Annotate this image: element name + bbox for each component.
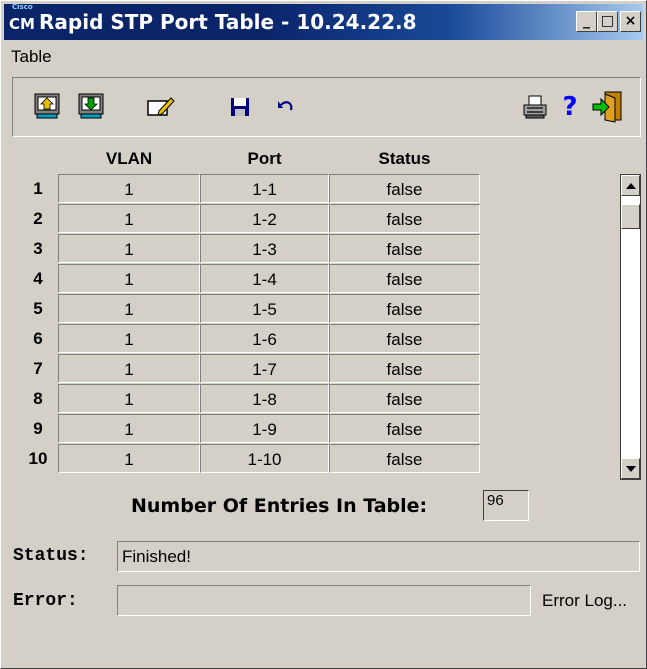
close-button[interactable]: ×: [620, 11, 641, 32]
status-field: Finished!: [117, 541, 640, 572]
row-number: 9: [33, 419, 43, 438]
toolbar: ?: [12, 77, 641, 137]
row-number: 7: [33, 359, 43, 378]
row-number: 6: [33, 329, 43, 348]
print-icon: [523, 95, 547, 119]
title-bar[interactable]: Cisco CM Rapid STP Port Table - 10.24.22…: [4, 3, 643, 40]
row-number: 10: [28, 449, 48, 468]
edit-button[interactable]: [141, 88, 179, 126]
exit-icon: [592, 91, 622, 123]
row-number: 2: [33, 209, 43, 228]
arrow-up-icon: [625, 182, 636, 189]
table-cell-status[interactable]: false: [329, 354, 480, 383]
table-cell-vlan[interactable]: 1: [58, 264, 200, 293]
error-log-button[interactable]: Error Log...: [542, 591, 627, 611]
scroll-thumb[interactable]: [621, 204, 640, 229]
table-cell-status[interactable]: false: [329, 204, 480, 233]
table-cell-status[interactable]: false: [329, 234, 480, 263]
table-cell-vlan[interactable]: 1: [58, 384, 200, 413]
entries-count-label: Number Of Entries In Table:: [131, 495, 428, 517]
print-button[interactable]: [516, 88, 554, 126]
column-header-vlan: VLAN: [105, 149, 153, 168]
row-number: 3: [33, 239, 43, 258]
scroll-down-button[interactable]: [621, 458, 640, 479]
table-cell-port[interactable]: 1-7: [200, 354, 329, 383]
help-icon: ?: [562, 92, 578, 122]
close-icon: ×: [624, 13, 637, 29]
undo-icon: [278, 101, 293, 111]
exit-button[interactable]: [589, 88, 627, 126]
column-header-port: Port: [247, 149, 282, 168]
app-logo-text: CM: [9, 15, 35, 33]
menu-bar: Table: [11, 47, 52, 69]
undo-button[interactable]: [267, 88, 305, 126]
table-cell-port[interactable]: 1-3: [200, 234, 329, 263]
table-cell-port[interactable]: 1-2: [200, 204, 329, 233]
table-cell-vlan[interactable]: 1: [58, 414, 200, 443]
table-cell-vlan[interactable]: 1: [58, 234, 200, 263]
upload-button[interactable]: [29, 88, 67, 126]
save-icon: [231, 98, 249, 116]
row-number: 5: [33, 299, 43, 318]
table-cell-port[interactable]: 1-8: [200, 384, 329, 413]
table-cell-port[interactable]: 1-9: [200, 414, 329, 443]
table-cell-port[interactable]: 1-1: [200, 174, 329, 203]
row-number: 4: [33, 269, 43, 288]
row-number: 8: [33, 389, 43, 408]
table-cell-vlan[interactable]: 1: [58, 444, 200, 473]
table-cell-port[interactable]: 1-5: [200, 294, 329, 323]
rstp-port-table-window: Cisco CM Rapid STP Port Table - 10.24.22…: [0, 0, 647, 669]
help-button[interactable]: ?: [551, 88, 589, 126]
column-header-status: Status: [378, 149, 431, 168]
entries-count-value: 96: [483, 490, 529, 521]
minimize-icon: _: [583, 13, 590, 29]
maximize-button[interactable]: □: [597, 11, 618, 32]
menu-table[interactable]: Table: [11, 47, 52, 66]
table-cell-status[interactable]: false: [329, 174, 480, 203]
save-button[interactable]: [221, 88, 259, 126]
upload-icon: [34, 93, 60, 119]
error-field: [117, 585, 531, 616]
table-cell-vlan[interactable]: 1: [58, 174, 200, 203]
table-cell-status[interactable]: false: [329, 264, 480, 293]
download-button[interactable]: [73, 88, 111, 126]
row-number: 1: [33, 179, 43, 198]
table-cell-status[interactable]: false: [329, 294, 480, 323]
app-logo: Cisco CM: [9, 3, 35, 35]
window-title: Rapid STP Port Table - 10.24.22.8: [39, 10, 417, 34]
table-cell-status[interactable]: false: [329, 384, 480, 413]
edit-icon: [147, 97, 175, 116]
vertical-scrollbar[interactable]: [620, 174, 641, 480]
arrow-down-icon: [625, 465, 636, 472]
table-cell-port[interactable]: 1-10: [200, 444, 329, 473]
minimize-button[interactable]: _: [576, 11, 597, 32]
table-cell-vlan[interactable]: 1: [58, 294, 200, 323]
maximize-icon: □: [600, 13, 615, 29]
scroll-up-button[interactable]: [621, 175, 640, 196]
table-cell-status[interactable]: false: [329, 414, 480, 443]
error-label: Error:: [13, 591, 78, 611]
table-cell-vlan[interactable]: 1: [58, 204, 200, 233]
status-label: Status:: [13, 546, 89, 566]
app-logo-small-text: Cisco: [12, 3, 33, 11]
download-icon: [78, 93, 104, 119]
table-cell-port[interactable]: 1-4: [200, 264, 329, 293]
table-cell-vlan[interactable]: 1: [58, 324, 200, 353]
table-cell-status[interactable]: false: [329, 324, 480, 353]
table-cell-vlan[interactable]: 1: [58, 354, 200, 383]
table-cell-port[interactable]: 1-6: [200, 324, 329, 353]
table-cell-status[interactable]: false: [329, 444, 480, 473]
